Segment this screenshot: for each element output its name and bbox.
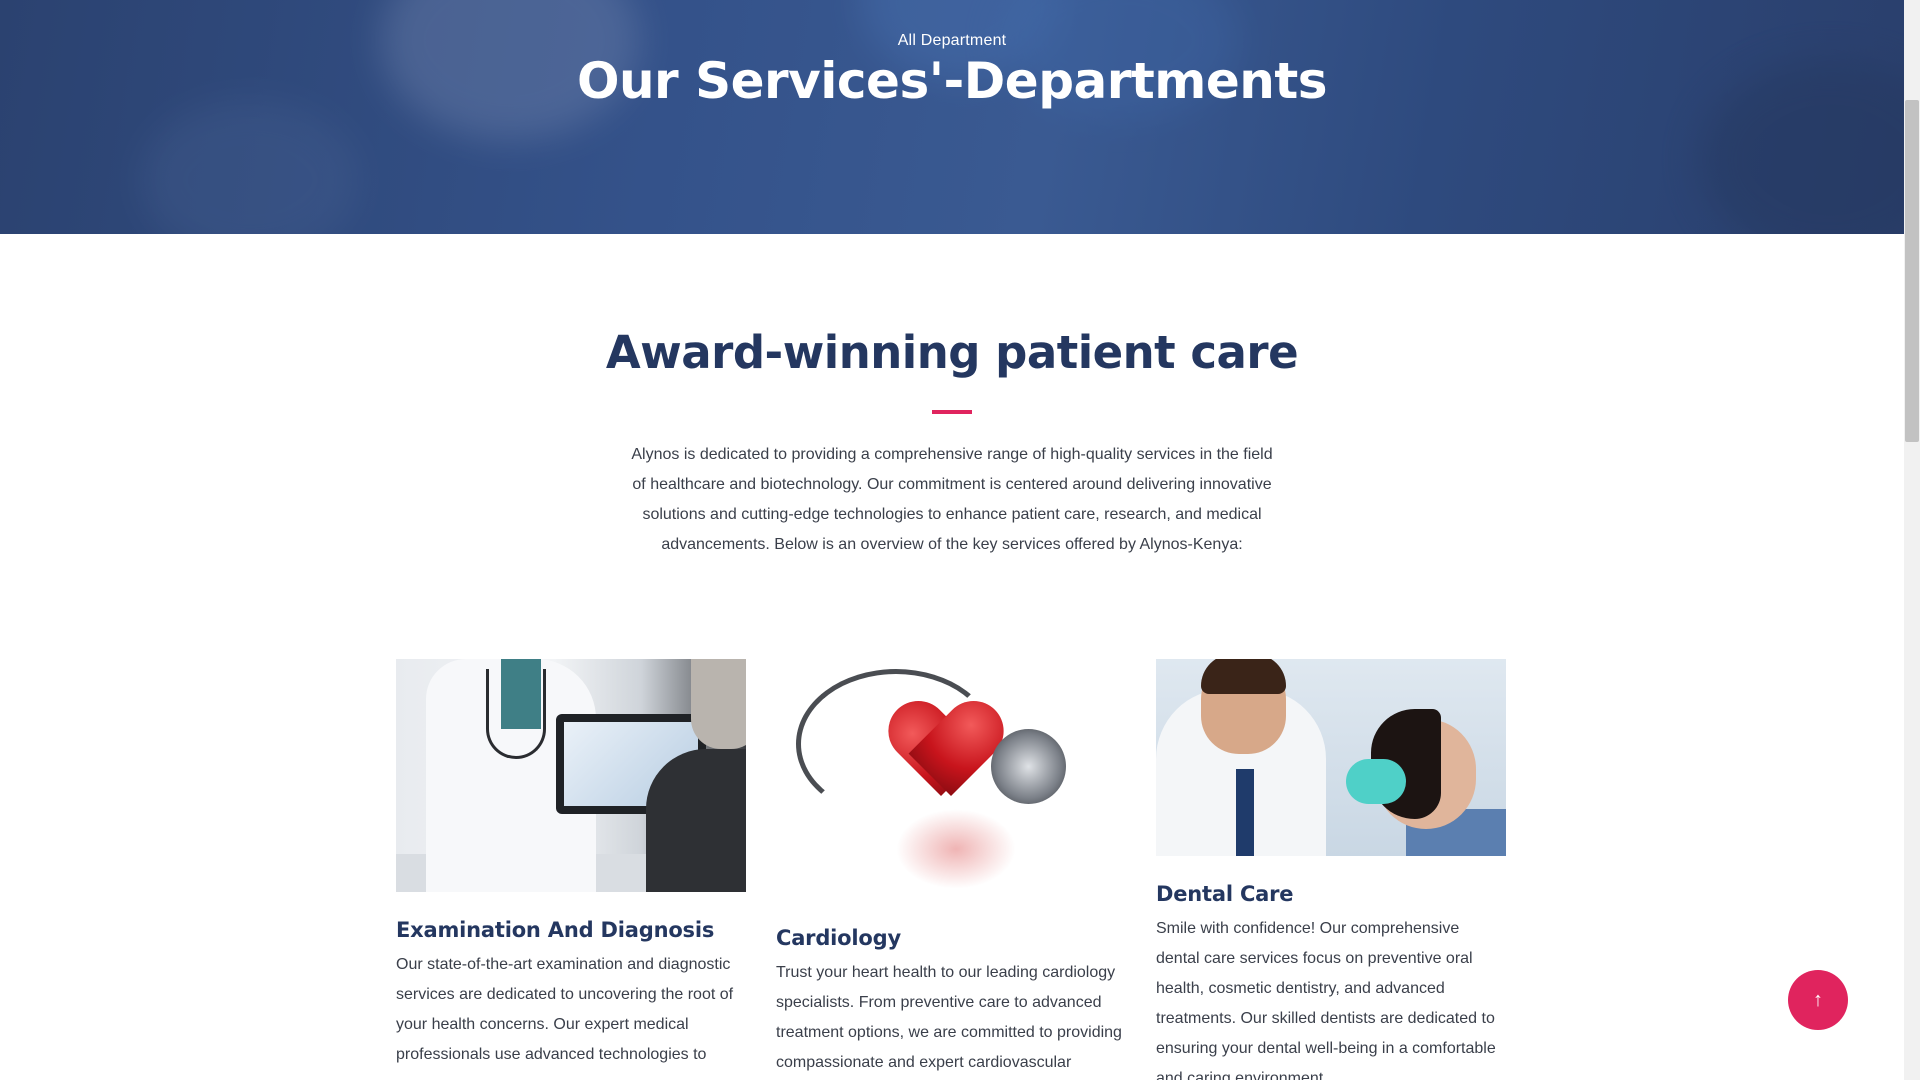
- service-image-cardiology: [776, 659, 1126, 900]
- section-title: Award-winning patient care: [605, 326, 1299, 379]
- back-to-top-button[interactable]: ↑: [1788, 970, 1848, 1030]
- service-card-dental[interactable]: Dental Care Smile with confidence! Our c…: [1156, 659, 1506, 1080]
- service-title[interactable]: Examination And Diagnosis: [396, 918, 746, 942]
- title-divider: [932, 410, 972, 414]
- heart-icon: [891, 704, 1001, 804]
- arrow-up-icon: ↑: [1813, 989, 1823, 1011]
- service-description: Trust your heart health to our leading c…: [776, 964, 1122, 1071]
- service-description: Smile with confidence! Our comprehensive…: [1156, 920, 1496, 1080]
- service-title[interactable]: Dental Care: [1156, 882, 1506, 906]
- page-title: Our Services'-Departments: [576, 52, 1328, 110]
- hero-background-shape: [140, 100, 360, 234]
- service-description: Our state-of-the-art examination and dia…: [396, 956, 734, 1063]
- scrollbar-thumb[interactable]: [1905, 100, 1919, 442]
- service-card-cardiology[interactable]: Cardiology Trust your heart health to ou…: [776, 659, 1126, 1078]
- service-title[interactable]: Cardiology: [776, 926, 1126, 950]
- service-image-examination: [396, 659, 746, 892]
- section-description: Alynos is dedicated to providing a compr…: [631, 446, 1273, 553]
- hero-subtitle: All Department: [897, 32, 1007, 49]
- hero-banner: All Department Our Services'-Departments: [0, 0, 1904, 234]
- service-card-examination[interactable]: Examination And Diagnosis Our state-of-t…: [396, 659, 746, 1070]
- service-image-dental: [1156, 659, 1506, 856]
